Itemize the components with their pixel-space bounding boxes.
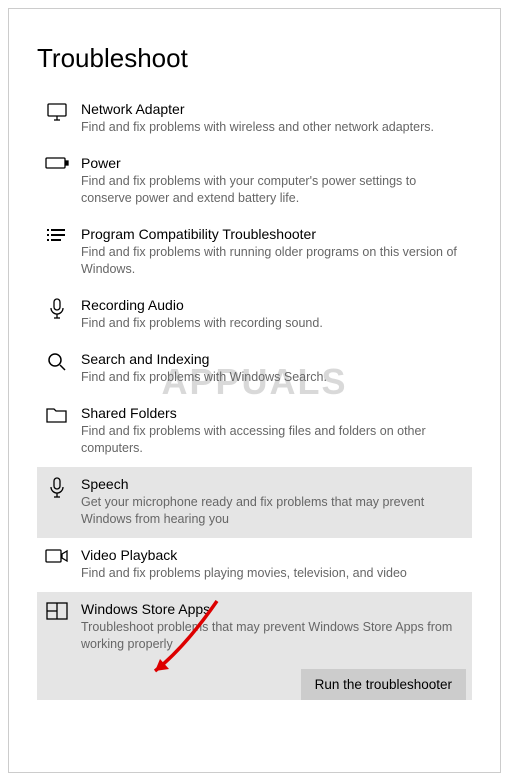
troubleshoot-item-speech[interactable]: Speech Get your microphone ready and fix… [37, 467, 472, 538]
troubleshoot-item-program-compatibility[interactable]: Program Compatibility Troubleshooter Fin… [37, 217, 472, 288]
troubleshoot-item-power[interactable]: Power Find and fix problems with your co… [37, 146, 472, 217]
attribution-text: wsxdn.com [498, 667, 501, 712]
monitor-icon [43, 102, 71, 122]
item-title: Program Compatibility Troubleshooter [81, 225, 466, 243]
troubleshoot-item-search-indexing[interactable]: Search and Indexing Find and fix problem… [37, 342, 472, 396]
item-desc: Find and fix problems with accessing fil… [81, 423, 466, 457]
item-title: Recording Audio [81, 296, 466, 314]
item-title: Speech [81, 475, 466, 493]
item-desc: Troubleshoot problems that may prevent W… [81, 619, 466, 653]
item-title: Video Playback [81, 546, 466, 564]
troubleshoot-item-shared-folders[interactable]: Shared Folders Find and fix problems wit… [37, 396, 472, 467]
troubleshoot-item-video-playback[interactable]: Video Playback Find and fix problems pla… [37, 538, 472, 592]
item-desc: Find and fix problems with recording sou… [81, 315, 466, 332]
folder-icon [43, 406, 71, 424]
item-title: Network Adapter [81, 100, 466, 118]
item-desc: Find and fix problems with your computer… [81, 173, 466, 207]
troubleshoot-item-network-adapter[interactable]: Network Adapter Find and fix problems wi… [37, 92, 472, 146]
troubleshoot-item-recording-audio[interactable]: Recording Audio Find and fix problems wi… [37, 288, 472, 342]
run-button-row: Run the troubleshooter [37, 661, 472, 700]
item-desc: Find and fix problems with Windows Searc… [81, 369, 466, 386]
microphone-icon [43, 477, 71, 499]
battery-icon [43, 156, 71, 170]
video-icon [43, 548, 71, 564]
item-title: Search and Indexing [81, 350, 466, 368]
store-icon [43, 602, 71, 620]
troubleshoot-list: Network Adapter Find and fix problems wi… [37, 92, 472, 700]
item-title: Power [81, 154, 466, 172]
item-desc: Find and fix problems with running older… [81, 244, 466, 278]
item-desc: Find and fix problems with wireless and … [81, 119, 466, 136]
search-icon [43, 352, 71, 372]
item-desc: Find and fix problems playing movies, te… [81, 565, 466, 582]
item-desc: Get your microphone ready and fix proble… [81, 494, 466, 528]
page-title: Troubleshoot [37, 43, 472, 74]
item-title: Windows Store Apps [81, 600, 466, 618]
microphone-icon [43, 298, 71, 320]
list-icon [43, 227, 71, 245]
item-title: Shared Folders [81, 404, 466, 422]
troubleshoot-item-windows-store-apps[interactable]: Windows Store Apps Troubleshoot problems… [37, 592, 472, 663]
run-troubleshooter-button[interactable]: Run the troubleshooter [301, 669, 466, 700]
